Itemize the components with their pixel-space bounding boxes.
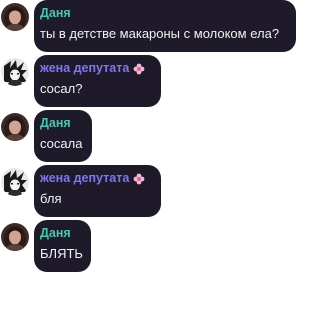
girl-photo-avatar[interactable] (1, 3, 29, 31)
flower-badge-icon (133, 63, 145, 75)
sender-name[interactable]: жена депутата (40, 170, 129, 187)
message-bubble[interactable]: Даня сосала (34, 110, 92, 162)
sender-name[interactable]: Даня (40, 5, 71, 22)
message-text: бля (40, 191, 62, 206)
anime-character-avatar[interactable] (1, 168, 29, 196)
message-text: сосала (40, 136, 83, 151)
chat-message: Даня ты в детстве макароны с молоком ела… (0, 0, 301, 52)
message-text: ты в детстве макароны с молоком ела? (40, 26, 280, 41)
girl-photo-avatar[interactable] (1, 223, 29, 251)
message-bubble[interactable]: Даня БЛЯТЬ (34, 220, 91, 272)
message-bubble[interactable]: Даня ты в детстве макароны с молоком ела… (34, 0, 296, 52)
message-bubble[interactable]: жена депутата бля (34, 165, 161, 217)
sender-name[interactable]: жена депутата (40, 60, 129, 77)
chat-log: Даня ты в детстве макароны с молоком ела… (0, 0, 301, 320)
girl-photo-avatar[interactable] (1, 113, 29, 141)
sender-name[interactable]: Даня (40, 115, 71, 132)
chat-message: жена депутата сосал? (0, 55, 301, 107)
message-bubble[interactable]: жена депутата сосал? (34, 55, 161, 107)
anime-character-avatar[interactable] (1, 58, 29, 86)
chat-message: Даня сосала (0, 110, 301, 162)
chat-message: Даня БЛЯТЬ (0, 220, 301, 272)
message-text: БЛЯТЬ (40, 246, 83, 261)
sender-name[interactable]: Даня (40, 225, 71, 242)
message-text: сосал? (40, 81, 83, 96)
flower-badge-icon (133, 173, 145, 185)
chat-message: жена депутата бля (0, 165, 301, 217)
